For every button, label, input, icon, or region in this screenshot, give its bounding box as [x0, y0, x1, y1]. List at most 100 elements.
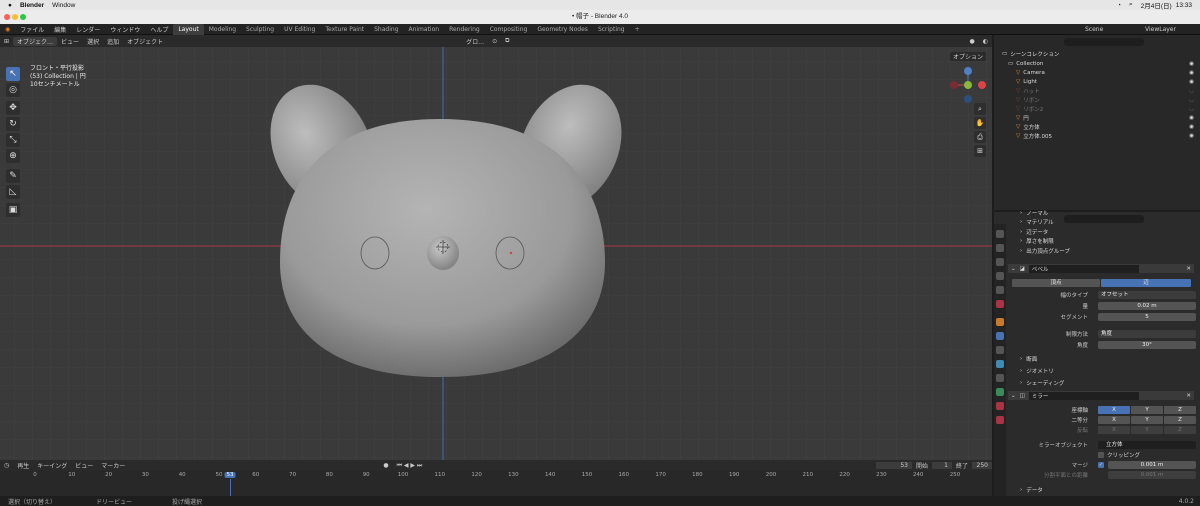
- frame-end-field[interactable]: 250: [972, 462, 992, 469]
- tab-sculpting[interactable]: Sculpting: [241, 24, 279, 35]
- bevel-close-icon[interactable]: ✕: [1186, 266, 1191, 272]
- outliner-item[interactable]: ▽ Light ◉: [994, 77, 1200, 86]
- tab-shading[interactable]: Shading: [369, 24, 403, 35]
- move-tool[interactable]: ✥: [6, 101, 20, 115]
- keying-menu[interactable]: キーイング: [33, 461, 71, 470]
- property-subsection[interactable]: › マテリアル: [1008, 218, 1198, 227]
- tool-tab-icon[interactable]: [996, 230, 1004, 238]
- visibility-eye-icon[interactable]: ◡: [1189, 106, 1194, 112]
- timeline-view-menu[interactable]: ビュー: [71, 461, 97, 470]
- scale-tool[interactable]: ⤡: [6, 133, 20, 147]
- shading-solid-icon[interactable]: ●: [966, 38, 979, 45]
- add-cube-tool[interactable]: ▣: [6, 203, 20, 217]
- mirror-axis-y[interactable]: Y: [1131, 405, 1163, 414]
- blender-logo-icon[interactable]: ◉: [0, 26, 15, 33]
- visibility-eye-icon[interactable]: ◉: [1189, 115, 1194, 121]
- transform-tool[interactable]: ⊕: [6, 149, 20, 163]
- wifi-icon[interactable]: ◔: [1117, 2, 1121, 9]
- limit-method-select[interactable]: 角度: [1098, 329, 1196, 338]
- mirror-close-icon[interactable]: ✕: [1186, 393, 1191, 399]
- property-subsection[interactable]: › 辺データ: [1008, 227, 1198, 236]
- tab-uv-editing[interactable]: UV Editing: [279, 24, 320, 35]
- view-layer-tab-icon[interactable]: [996, 272, 1004, 280]
- tab-texture-paint[interactable]: Texture Paint: [320, 24, 369, 35]
- minimize-window-button[interactable]: [12, 14, 18, 20]
- cursor-tool[interactable]: ◎: [6, 83, 20, 97]
- scene-tab-icon[interactable]: [996, 286, 1004, 294]
- viewport-options-button[interactable]: オプション: [950, 52, 987, 61]
- outliner-item[interactable]: ▽ 立方体 ◉: [994, 122, 1200, 131]
- output-tab-icon[interactable]: [996, 258, 1004, 266]
- merge-field[interactable]: 0.001 m: [1108, 460, 1196, 469]
- texture-tab-icon[interactable]: [996, 416, 1004, 424]
- physics-tab-icon[interactable]: [996, 360, 1004, 368]
- bisect-x[interactable]: X: [1098, 415, 1130, 424]
- material-tab-icon[interactable]: [996, 402, 1004, 410]
- subsection-shading[interactable]: › シェーディング: [1008, 378, 1198, 387]
- bevel-modifier-header[interactable]: ⌄ ◪ ベベル ✕: [1008, 264, 1194, 273]
- frame-start-field[interactable]: 1: [931, 462, 952, 469]
- outliner-search[interactable]: [1064, 38, 1144, 46]
- search-icon[interactable]: ⌕: [1129, 1, 1133, 9]
- subsection-geometry[interactable]: › ジオメトリ: [1008, 366, 1198, 375]
- zoom-icon[interactable]: ⌕: [974, 103, 986, 115]
- flip-y[interactable]: Y: [1131, 425, 1163, 434]
- apple-icon[interactable]: ●: [8, 2, 12, 9]
- world-tab-icon[interactable]: [996, 300, 1004, 308]
- visibility-eye-icon[interactable]: ◉: [1189, 133, 1194, 139]
- visibility-eye-icon[interactable]: ◉: [1189, 70, 1194, 76]
- collection-row[interactable]: ▭ Collection ◉: [994, 59, 1200, 68]
- amount-field[interactable]: 0.02 m: [1098, 301, 1196, 310]
- select-box-tool[interactable]: ↖: [6, 67, 20, 81]
- visibility-eye-icon[interactable]: ◡: [1189, 88, 1194, 94]
- mirror-data-subsection[interactable]: › データ: [1008, 485, 1198, 494]
- subsection-profile[interactable]: › 断面: [1008, 354, 1198, 363]
- snap-icon[interactable]: ⧉: [501, 37, 513, 45]
- close-window-button[interactable]: [4, 14, 10, 20]
- visibility-eye-icon[interactable]: ◉: [1189, 124, 1194, 130]
- bevel-name-field[interactable]: ベベル: [1028, 264, 1139, 273]
- tab-animation[interactable]: Animation: [403, 24, 444, 35]
- mode-selector[interactable]: オブジェク…: [13, 36, 58, 46]
- mirror-axis-x[interactable]: X: [1098, 405, 1130, 414]
- data-tab-icon[interactable]: [996, 388, 1004, 396]
- menu-edit[interactable]: 編集: [49, 25, 71, 34]
- view-layer-selector[interactable]: ViewLayer: [1140, 26, 1200, 33]
- property-subsection[interactable]: › 厚さを制限: [1008, 237, 1198, 246]
- transform-orientation[interactable]: グロ…: [462, 37, 488, 46]
- angle-field[interactable]: 30°: [1098, 340, 1196, 349]
- modifier-tab-icon[interactable]: [996, 332, 1004, 340]
- flip-z[interactable]: Z: [1164, 425, 1196, 434]
- particles-tab-icon[interactable]: [996, 346, 1004, 354]
- editor-type-icon[interactable]: ⊞: [0, 38, 13, 45]
- outliner-item[interactable]: ▽ リボン ◡: [994, 95, 1200, 104]
- tab-compositing[interactable]: Compositing: [485, 24, 533, 35]
- bisect-z[interactable]: Z: [1164, 415, 1196, 424]
- mirror-object-field[interactable]: 立方体: [1098, 440, 1196, 449]
- scene-collection-row[interactable]: ▭ シーンコレクション: [994, 49, 1200, 58]
- menu-file[interactable]: ファイル: [15, 25, 49, 34]
- pivot-icon[interactable]: ⊙: [488, 38, 501, 45]
- constraints-tab-icon[interactable]: [996, 374, 1004, 382]
- select-menu[interactable]: 選択: [83, 37, 103, 46]
- render-tab-icon[interactable]: [996, 244, 1004, 252]
- timeline-editor-icon[interactable]: ◷: [0, 462, 13, 469]
- clipping-checkbox[interactable]: [1098, 451, 1104, 458]
- tab-rendering[interactable]: Rendering: [444, 24, 485, 35]
- scene-selector[interactable]: Scene: [1080, 26, 1140, 33]
- app-menu[interactable]: Blender: [20, 2, 44, 9]
- property-subsection[interactable]: › ノーマル: [1008, 208, 1198, 217]
- bisect-y[interactable]: Y: [1131, 415, 1163, 424]
- properties-panel[interactable]: › ノーマル › マテリアル › 辺データ › 厚さを制限 › 出力頂点グループ ⌄ ◪ ベベル …: [994, 210, 1200, 496]
- 3d-viewport[interactable]: ↖ ◎ ✥ ↻ ⤡ ⊕ ✎ ◺ ▣ ⌕ ✋ ⎙ ⊞ オプション: [0, 47, 992, 460]
- tab-scripting[interactable]: Scripting: [593, 24, 630, 35]
- add-workspace-icon[interactable]: +: [630, 24, 645, 35]
- mirror-axis-z[interactable]: Z: [1164, 405, 1196, 414]
- outliner-item[interactable]: ▽ Camera ◉: [994, 68, 1200, 77]
- add-menu[interactable]: 追加: [103, 37, 123, 46]
- affect-edge-button[interactable]: 辺: [1101, 278, 1191, 287]
- playhead-line[interactable]: [230, 479, 232, 496]
- view-menu[interactable]: ビュー: [57, 37, 83, 46]
- annotate-tool[interactable]: ✎: [6, 169, 20, 183]
- affect-vertex-button[interactable]: 頂点: [1012, 278, 1100, 287]
